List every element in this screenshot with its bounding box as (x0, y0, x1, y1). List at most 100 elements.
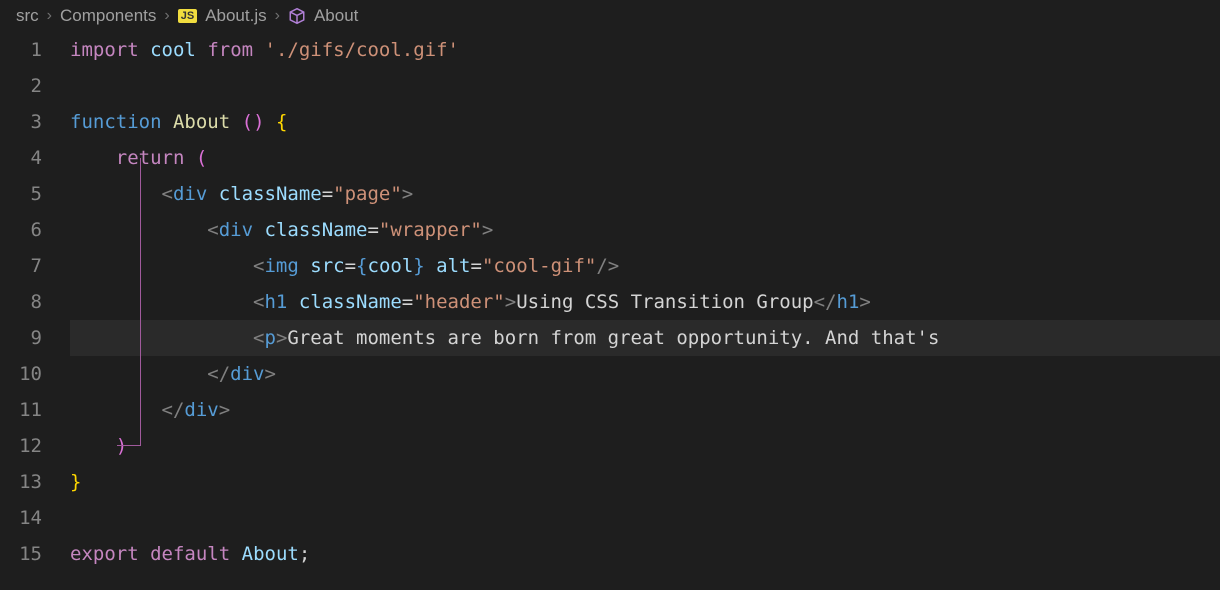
string-literal: "cool-gif" (482, 255, 596, 277)
keyword-import: import (70, 39, 139, 61)
line-number: 2 (0, 68, 42, 104)
js-file-icon: JS (178, 9, 197, 23)
function-name: About (173, 111, 230, 133)
tag-bracket: < (207, 219, 218, 241)
semicolon: ; (299, 543, 310, 565)
chevron-right-icon: › (47, 7, 52, 25)
tag-bracket: </ (162, 399, 185, 421)
code-line[interactable] (70, 500, 1220, 536)
code-line[interactable]: <div className="wrapper"> (70, 212, 1220, 248)
keyword-from: from (207, 39, 253, 61)
tag-name: div (230, 363, 264, 385)
tag-name: p (264, 327, 275, 349)
attr-name: src (310, 255, 344, 277)
keyword-default: default (150, 543, 230, 565)
code-line[interactable]: <h1 className="header">Using CSS Transit… (70, 284, 1220, 320)
tag-name: h1 (837, 291, 860, 313)
tag-name: div (219, 219, 253, 241)
line-number: 9 (0, 320, 42, 356)
equals: = (402, 291, 413, 313)
tag-name: div (173, 183, 207, 205)
chevron-right-icon: › (164, 7, 169, 25)
identifier: cool (150, 39, 196, 61)
code-editor[interactable]: 1 2 3 4 5 6 7 8 9 10 11 12 13 14 15 impo… (0, 32, 1220, 572)
tag-bracket: /> (596, 255, 619, 277)
tag-bracket: < (253, 327, 264, 349)
code-line[interactable]: return ( (70, 140, 1220, 176)
breadcrumb-seg-symbol[interactable]: About (314, 6, 358, 26)
code-line[interactable]: import cool from './gifs/cool.gif' (70, 32, 1220, 68)
brace: } (70, 471, 81, 493)
tag-name: div (184, 399, 218, 421)
code-line[interactable]: function About () { (70, 104, 1220, 140)
jsx-curly: } (413, 255, 424, 277)
identifier: cool (368, 255, 414, 277)
line-number: 13 (0, 464, 42, 500)
breadcrumb-seg-file[interactable]: About.js (205, 6, 266, 26)
tag-bracket: > (402, 183, 413, 205)
text-content: Great moments are born from great opport… (287, 327, 939, 349)
tag-bracket: </ (814, 291, 837, 313)
tag-bracket: < (162, 183, 173, 205)
tag-name: h1 (264, 291, 287, 313)
tag-bracket: > (265, 363, 276, 385)
equals: = (345, 255, 356, 277)
code-line[interactable]: export default About; (70, 536, 1220, 572)
string-literal: "page" (333, 183, 402, 205)
line-number: 14 (0, 500, 42, 536)
string-literal: "wrapper" (379, 219, 482, 241)
paren: ) (116, 435, 127, 457)
line-number: 6 (0, 212, 42, 248)
tag-bracket: > (859, 291, 870, 313)
line-number: 10 (0, 356, 42, 392)
keyword-return: return (116, 147, 185, 169)
attr-name: className (265, 219, 368, 241)
jsx-curly: { (356, 255, 367, 277)
bracket-pair-guide (140, 158, 141, 446)
code-line[interactable]: <img src={cool} alt="cool-gif"/> (70, 248, 1220, 284)
equals: = (471, 255, 482, 277)
code-line[interactable]: </div> (70, 356, 1220, 392)
line-number: 11 (0, 392, 42, 428)
paren: ( (242, 111, 253, 133)
brace: { (276, 111, 287, 133)
line-number: 5 (0, 176, 42, 212)
attr-name: className (219, 183, 322, 205)
identifier: About (242, 543, 299, 565)
breadcrumb-seg-components[interactable]: Components (60, 6, 156, 26)
tag-bracket: < (253, 255, 264, 277)
equals: = (367, 219, 378, 241)
code-line[interactable]: <div className="page"> (70, 176, 1220, 212)
code-line[interactable]: </div> (70, 392, 1220, 428)
code-line[interactable]: ) (70, 428, 1220, 464)
paren: ) (253, 111, 264, 133)
string-literal: "header" (413, 291, 505, 313)
tag-bracket: > (276, 327, 287, 349)
attr-name: alt (436, 255, 470, 277)
tag-bracket: </ (207, 363, 230, 385)
line-number: 7 (0, 248, 42, 284)
line-number: 12 (0, 428, 42, 464)
breadcrumb-seg-src[interactable]: src (16, 6, 39, 26)
tag-bracket: > (219, 399, 230, 421)
code-line-active[interactable]: <p>Great moments are born from great opp… (70, 320, 1220, 356)
line-number: 8 (0, 284, 42, 320)
tag-bracket: < (253, 291, 264, 313)
symbol-class-icon (288, 7, 306, 25)
line-number: 3 (0, 104, 42, 140)
line-number: 4 (0, 140, 42, 176)
breadcrumb[interactable]: src › Components › JS About.js › About (0, 0, 1220, 32)
code-line[interactable] (70, 68, 1220, 104)
line-number-gutter: 1 2 3 4 5 6 7 8 9 10 11 12 13 14 15 (0, 32, 70, 572)
string-literal: './gifs/cool.gif' (265, 39, 459, 61)
equals: = (322, 183, 333, 205)
line-number: 15 (0, 536, 42, 572)
text-content: Using CSS Transition Group (516, 291, 813, 313)
tag-bracket: > (505, 291, 516, 313)
paren: ( (196, 147, 207, 169)
tag-bracket: > (482, 219, 493, 241)
code-line[interactable]: } (70, 464, 1220, 500)
keyword-function: function (70, 111, 162, 133)
bracket-pair-guide (117, 445, 141, 446)
code-area[interactable]: import cool from './gifs/cool.gif' funct… (70, 32, 1220, 572)
